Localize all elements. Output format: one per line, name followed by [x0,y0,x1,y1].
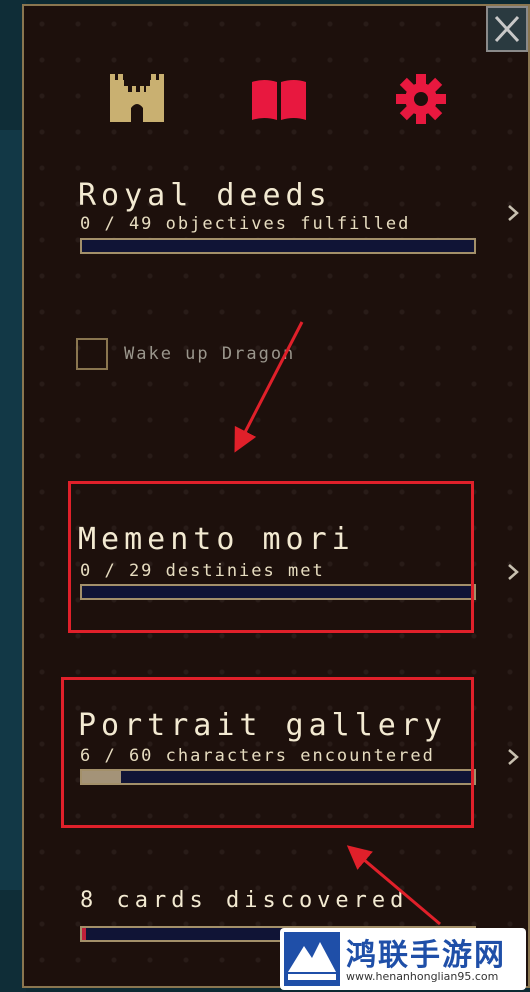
watermark-name: 鸿联手游网 [346,938,506,973]
logo-icon [284,932,340,986]
watermark: 鸿联手游网 www.henanhonglian95.com [280,928,526,990]
watermark-url: www.henanhonglian95.com [346,970,499,983]
annotation-arrow-up [346,845,441,926]
annotation-arrow-down [234,321,304,453]
annotation-arrows [234,321,441,926]
